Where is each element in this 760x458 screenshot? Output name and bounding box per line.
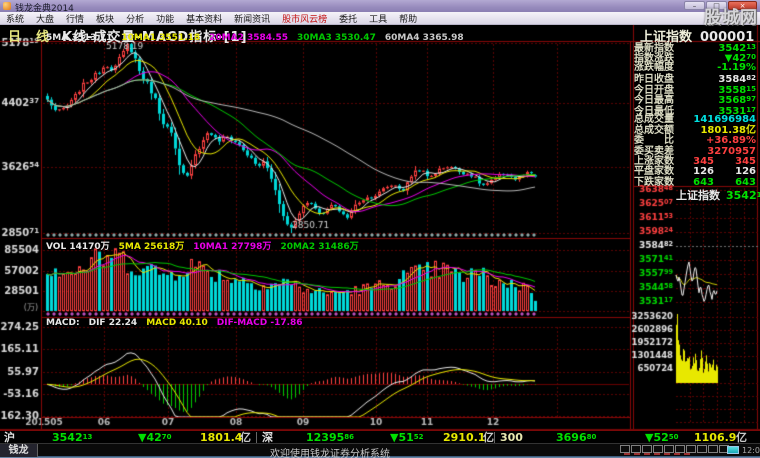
menu-item-6[interactable]: 功能 <box>150 12 180 25</box>
volume-value: 20MA2 31486万 <box>280 242 358 252</box>
quote-label: 下跌家数 <box>634 178 674 188</box>
macd-values-header: MACD: DIF 22.24 MACD 40.10 DIF-MACD -17.86 <box>46 318 312 328</box>
quote-label: 总成交量 <box>634 115 674 125</box>
status-bar: 沪354213▼42701801.4亿深1239586▼51522910.1亿3… <box>0 430 760 443</box>
status-time: 12:09 <box>742 446 760 455</box>
quote-label: 涨跌幅度 <box>634 63 674 73</box>
menu-item-1[interactable]: 系统 <box>0 12 30 25</box>
status-item: 300 <box>500 432 523 443</box>
menu-item-10[interactable]: 委托 <box>333 12 363 25</box>
menu-item-8[interactable]: 新闻资讯 <box>228 12 276 25</box>
quote-label: 委 比 <box>634 136 674 146</box>
window-controls: –□× <box>684 1 757 10</box>
menu-item-11[interactable]: 工具 <box>363 12 393 25</box>
status-item: 2910.1 <box>443 432 485 443</box>
ma-value: 30MA3 3530.47 <box>297 33 376 43</box>
macd-value: DIF-MACD -17.86 <box>217 318 303 328</box>
quote-panel-rows: 最新指数354213指数涨跌▼4270涨跌幅度-1.19%昨日收盘358482今… <box>634 42 756 188</box>
maximize-button[interactable]: □ <box>706 1 727 10</box>
ma-value: 60MA4 3365.98 <box>385 33 464 43</box>
status-item: ▼5250 <box>645 432 679 443</box>
ma-value: 5MA 3513.11 <box>46 33 112 43</box>
status-separator <box>256 432 257 443</box>
status-item: 亿 <box>736 432 747 443</box>
macd-value: DIF 22.24 <box>89 318 138 328</box>
close-button[interactable]: × <box>728 1 757 10</box>
quote-value-2: 126 <box>714 167 756 177</box>
status-item: 369680 <box>556 432 596 443</box>
progress-marks <box>624 453 694 458</box>
mini-chart-index-name: 上证指数 <box>676 189 720 202</box>
status-item: ▼4270 <box>138 432 172 443</box>
welcome-message: 欢迎使用钱龙证券分析系统 <box>40 445 620 458</box>
quote-label: 平盘家数 <box>634 167 674 177</box>
title-bar: 钱龙金典2014 –□× <box>0 0 760 12</box>
menu-item-7[interactable]: 基本资料 <box>180 12 228 25</box>
brand-button[interactable]: 钱龙 <box>0 444 38 457</box>
macd-value: MACD: <box>46 318 80 328</box>
app-window: 钱龙金典2014 –□× 股城网 系统大盘行情板块分析功能基本资料新闻资讯股市风… <box>0 0 760 458</box>
ma-value: 10MA1 3551.18 <box>121 33 200 43</box>
status-item: 亿 <box>240 432 251 443</box>
volume-value: VOL 14170万 <box>46 242 110 252</box>
menu-bar: 系统大盘行情板块分析功能基本资料新闻资讯股市风云榜委托工具帮助 <box>0 12 760 25</box>
status-item: 1106.9 <box>694 432 736 443</box>
menu-item-3[interactable]: 行情 <box>60 12 90 25</box>
quote-row: 今日开盘355815 <box>634 84 756 94</box>
status-item: 沪 <box>4 432 15 443</box>
bottom-bar: 钱龙 欢迎使用钱龙证券分析系统 12:09 <box>0 443 760 456</box>
status-item: 深 <box>262 432 273 443</box>
macd-value: MACD 40.10 <box>146 318 208 328</box>
status-item: 354213 <box>52 432 92 443</box>
status-item: 亿 <box>483 432 494 443</box>
status-item: 1239586 <box>306 432 354 443</box>
menu-item-2[interactable]: 大盘 <box>30 12 60 25</box>
quote-row: 今日最高356897 <box>634 94 756 104</box>
menu-item-4[interactable]: 板块 <box>90 12 120 25</box>
volume-value: 10MA1 27798万 <box>193 242 271 252</box>
volume-value: 5MA 25618万 <box>119 242 185 252</box>
status-item: 1801.4 <box>200 432 242 443</box>
minimize-button[interactable]: – <box>684 1 705 10</box>
ma-values-header: 5MA 3513.11 10MA1 3551.18 20MA2 3584.55 30M… <box>46 33 473 43</box>
mini-chart-index-value: 354213 <box>726 189 760 202</box>
quote-row: 涨跌幅度 -1.19% <box>634 63 756 73</box>
chart-period-label: 日 线 <box>8 30 50 45</box>
menu-item-5[interactable]: 分析 <box>120 12 150 25</box>
ma-value: 20MA2 3584.55 <box>209 33 288 43</box>
menu-item-9[interactable]: 股市风云榜 <box>276 12 333 25</box>
app-icon <box>3 2 11 10</box>
menu-item-12[interactable]: 帮助 <box>393 12 423 25</box>
quote-value: -1.19% <box>717 63 756 73</box>
clock-icon <box>727 446 739 454</box>
volume-values-header: VOL 14170万 5MA 25618万 10MA1 27798万 20MA2 31… <box>46 239 368 252</box>
status-item: ▼5152 <box>390 432 424 443</box>
quote-row: 最新指数354213 <box>634 42 756 52</box>
quote-row: 昨日收盘358482 <box>634 73 756 83</box>
status-separator <box>494 432 495 443</box>
mini-chart-title: 上证指数 354213 <box>676 187 760 203</box>
